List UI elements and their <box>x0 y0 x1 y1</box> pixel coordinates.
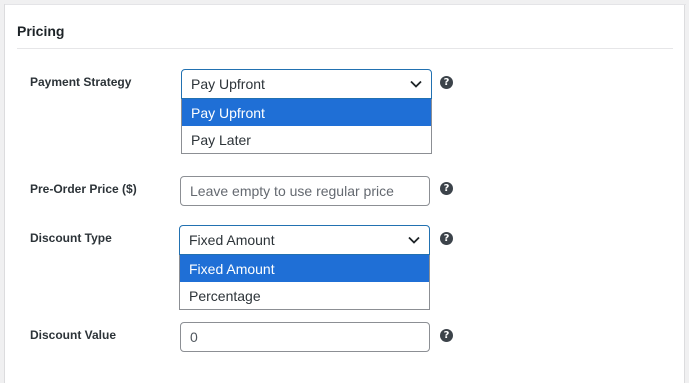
section-title: Pricing <box>17 23 65 39</box>
discount-value-label: Discount Value <box>30 328 117 342</box>
chevron-down-icon <box>408 236 420 244</box>
payment-strategy-option-pay-upfront[interactable]: Pay Upfront <box>182 99 431 126</box>
payment-strategy-value: Pay Upfront <box>191 76 265 92</box>
pre-order-price-placeholder: Leave empty to use regular price <box>190 183 394 199</box>
discount-type-help-icon[interactable]: ? <box>440 232 453 245</box>
pre-order-price-input[interactable]: Leave empty to use regular price <box>180 176 430 206</box>
chevron-down-icon <box>410 80 422 88</box>
discount-type-label: Discount Type <box>30 231 112 245</box>
discount-type-option-percentage[interactable]: Percentage <box>180 282 429 309</box>
panel-top-border <box>5 4 686 5</box>
discount-value-text: 0 <box>190 329 198 345</box>
payment-strategy-help-icon[interactable]: ? <box>440 76 453 89</box>
pricing-panel: Pricing Payment Strategy Pay Upfront Pay… <box>4 4 686 383</box>
discount-type-dropdown: Fixed Amount Percentage <box>179 255 430 310</box>
payment-strategy-label: Payment Strategy <box>30 75 132 89</box>
discount-value-input[interactable]: 0 <box>180 322 430 352</box>
payment-strategy-option-pay-later[interactable]: Pay Later <box>182 126 431 153</box>
discount-type-select[interactable]: Fixed Amount <box>179 225 430 255</box>
pre-order-price-help-icon[interactable]: ? <box>440 182 453 195</box>
payment-strategy-dropdown: Pay Upfront Pay Later <box>181 99 432 154</box>
discount-type-option-fixed-amount[interactable]: Fixed Amount <box>180 255 429 282</box>
pre-order-price-label: Pre-Order Price ($) <box>30 182 137 196</box>
section-divider <box>17 48 673 49</box>
discount-type-value: Fixed Amount <box>189 232 275 248</box>
discount-value-help-icon[interactable]: ? <box>440 329 453 342</box>
payment-strategy-select[interactable]: Pay Upfront <box>181 69 432 99</box>
